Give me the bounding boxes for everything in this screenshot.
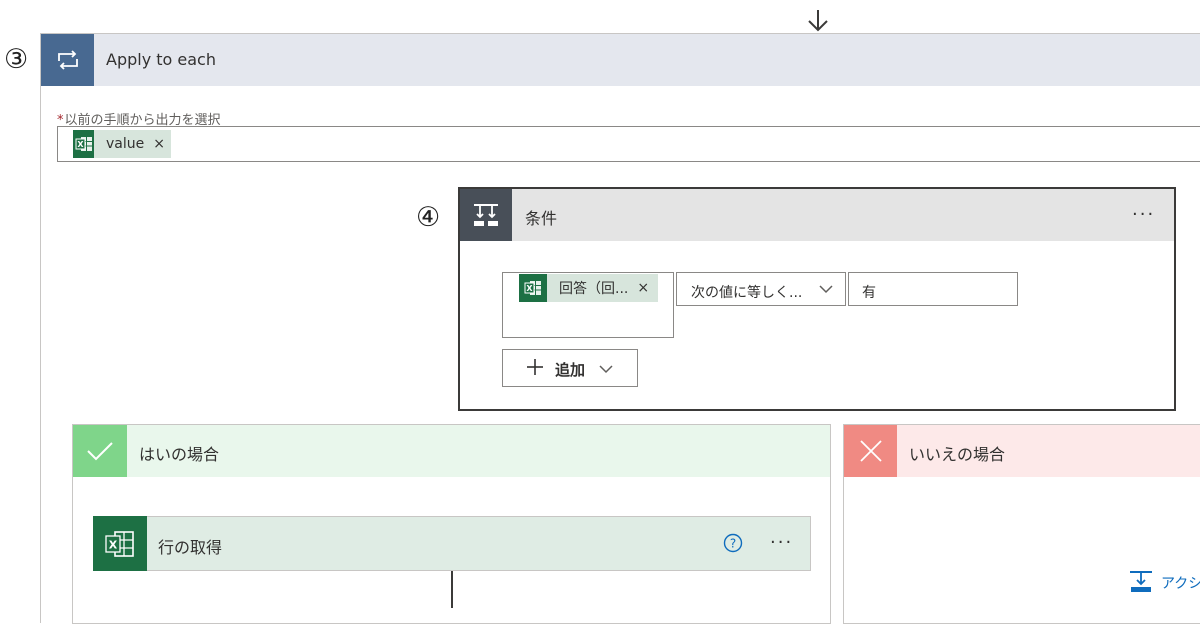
value-token-remove-icon[interactable]: × xyxy=(153,136,165,152)
chevron-down-icon xyxy=(599,365,613,374)
value-token-label: value xyxy=(106,136,145,152)
no-branch-title: いいえの場合 xyxy=(909,445,1006,464)
plus-icon xyxy=(527,359,543,375)
svg-text:?: ? xyxy=(730,537,736,551)
svg-text:X: X xyxy=(109,538,118,551)
add-condition-label: 追加 xyxy=(555,361,586,379)
get-row-title: 行の取得 xyxy=(158,538,223,557)
step-marker-condition: ④ xyxy=(416,202,441,233)
condition-more-options-icon[interactable]: ··· xyxy=(1132,204,1155,225)
value-token[interactable]: X value × xyxy=(73,130,171,158)
chevron-down-icon xyxy=(819,285,833,294)
answer-token[interactable]: X 回答（回... × xyxy=(519,274,658,302)
svg-text:X: X xyxy=(77,140,84,149)
loop-icon xyxy=(41,34,94,86)
excel-icon: X xyxy=(519,274,547,302)
excel-icon: X xyxy=(93,516,147,571)
operator-dropdown-value: 次の値に等しく... xyxy=(691,285,803,301)
flow-connector xyxy=(451,571,453,608)
condition-icon xyxy=(460,189,512,241)
answer-token-remove-icon[interactable]: × xyxy=(637,280,649,296)
answer-token-label: 回答（回... xyxy=(559,281,629,297)
select-output-field[interactable] xyxy=(57,126,1200,162)
excel-icon: X xyxy=(73,130,95,158)
yes-branch-title: はいの場合 xyxy=(139,445,220,464)
check-icon xyxy=(73,425,127,477)
close-icon xyxy=(844,425,897,477)
add-action-icon[interactable] xyxy=(1128,570,1154,594)
svg-text:X: X xyxy=(526,284,533,293)
step-marker-loop: ③ xyxy=(4,44,29,75)
help-icon[interactable]: ? xyxy=(723,533,743,553)
flow-arrow-icon xyxy=(808,10,828,32)
get-row-more-options-icon[interactable]: ··· xyxy=(770,532,793,553)
no-branch-header[interactable] xyxy=(844,425,1200,477)
condition-header[interactable] xyxy=(460,189,1174,241)
condition-title: 条件 xyxy=(525,209,558,228)
apply-to-each-title: Apply to each xyxy=(106,50,216,69)
add-action-link[interactable]: アクシ xyxy=(1161,573,1200,593)
condition-value-text: 有 xyxy=(862,285,876,301)
